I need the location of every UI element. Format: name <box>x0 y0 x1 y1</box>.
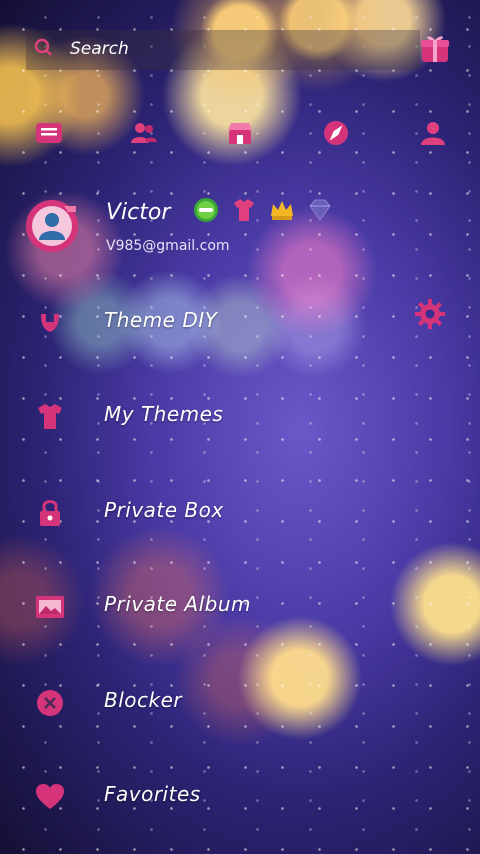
search-icon <box>34 38 52 56</box>
menu-item-private-album[interactable]: Private Album <box>0 576 480 636</box>
compass-icon[interactable] <box>321 118 351 148</box>
heart-icon <box>36 784 64 809</box>
shirt-icon[interactable] <box>230 196 258 224</box>
diamond-icon[interactable] <box>306 196 334 224</box>
menu-item-blocker[interactable]: Blocker <box>0 672 480 732</box>
shirt-icon <box>38 404 62 429</box>
menu-item-theme-diy[interactable]: Theme DIY <box>0 292 480 352</box>
go-badge-icon[interactable] <box>192 196 220 224</box>
menu-item-favorites[interactable]: Favorites <box>0 766 480 826</box>
contacts-icon[interactable] <box>128 118 158 148</box>
menu-label: Private Box <box>104 498 224 522</box>
search-bar[interactable]: Search <box>26 30 420 70</box>
theme-diy-icon <box>41 314 59 332</box>
menu-label: Private Album <box>104 592 252 616</box>
menu-label: Favorites <box>104 782 201 806</box>
search-placeholder: Search <box>70 39 129 59</box>
lock-icon <box>40 500 60 526</box>
gift-icon[interactable] <box>418 31 452 65</box>
menu-item-private-box[interactable]: Private Box <box>0 482 480 542</box>
menu-label: Blocker <box>104 688 183 712</box>
avatar[interactable] <box>24 198 80 254</box>
store-icon[interactable] <box>225 118 255 148</box>
menu-label: My Themes <box>104 402 224 426</box>
user-email: V985@gmail.com <box>106 238 230 254</box>
crown-icon[interactable] <box>268 196 296 224</box>
quick-action-bar <box>0 110 480 154</box>
block-icon <box>37 690 63 716</box>
menu-item-my-themes[interactable]: My Themes <box>0 386 480 446</box>
user-name: Victor <box>106 200 171 225</box>
profile-icon[interactable] <box>418 118 448 148</box>
user-profile[interactable]: Victor V985@gmail.com <box>0 190 480 270</box>
menu-icon[interactable] <box>34 118 64 148</box>
menu-label: Theme DIY <box>104 308 218 332</box>
album-icon <box>36 596 64 618</box>
